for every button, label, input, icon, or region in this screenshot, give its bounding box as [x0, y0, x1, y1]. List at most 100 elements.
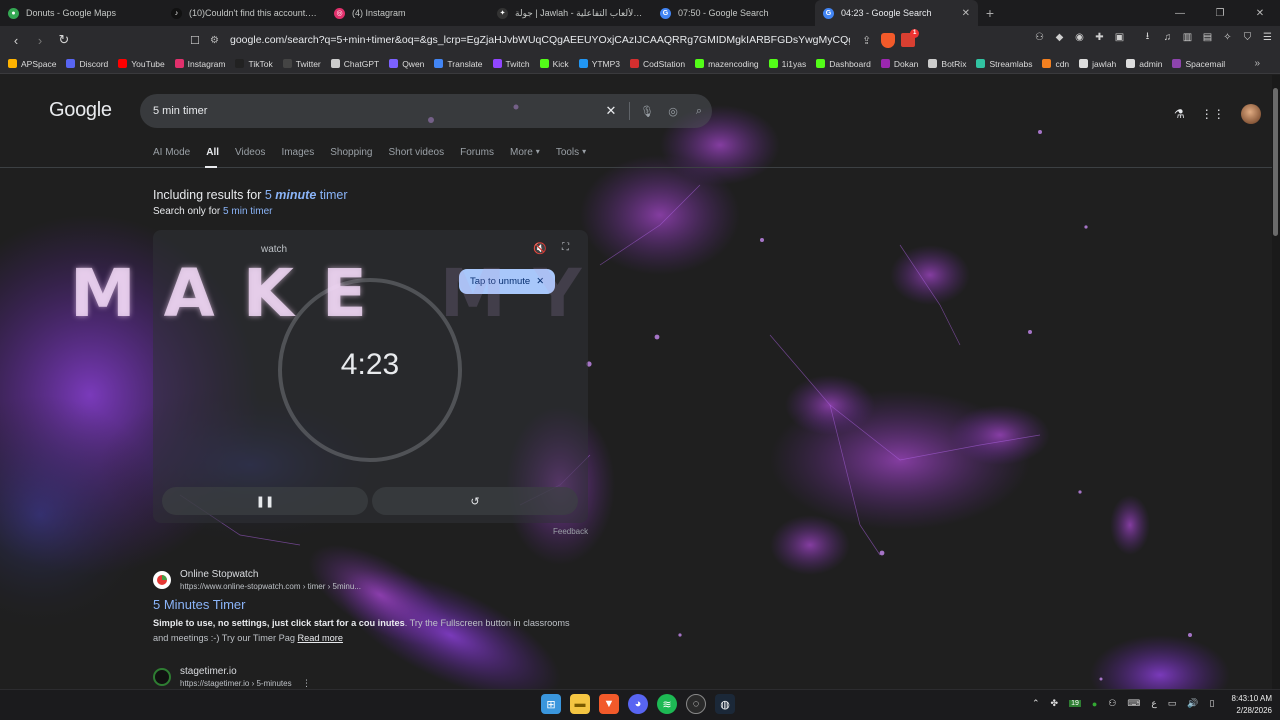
google-logo[interactable]: Google — [49, 99, 112, 122]
reset-button[interactable]: ↺ — [372, 487, 578, 515]
bookmark-item[interactable]: Translate — [434, 59, 483, 69]
bookmark-item[interactable]: mazencoding — [695, 59, 759, 69]
filter-tab[interactable]: Images — [281, 147, 314, 158]
forward-icon[interactable]: › — [30, 30, 50, 50]
tray-app-icon[interactable]: ⚇ — [1108, 698, 1116, 709]
filter-tab[interactable]: Tools — [556, 147, 579, 158]
filter-tab[interactable]: Short videos — [389, 147, 445, 158]
site-info-icon[interactable]: ⚙ — [210, 35, 230, 46]
music-icon[interactable]: ♫ — [1161, 31, 1174, 44]
brave-icon[interactable]: ▼ — [599, 694, 619, 714]
result-site-name[interactable]: stagetimer.io — [180, 666, 237, 677]
file-explorer-icon[interactable]: ▬ — [570, 694, 590, 714]
language-indicator[interactable]: ع — [1151, 698, 1156, 709]
address-url[interactable]: google.com/search?q=5+min+timer&oq=&gs_l… — [230, 34, 850, 46]
filter-tab[interactable]: More — [510, 147, 533, 158]
extension-icon[interactable]: ◉ — [1073, 31, 1086, 44]
leo-icon[interactable]: ✧ — [1221, 31, 1234, 44]
extension-icon[interactable]: ▣ — [1113, 31, 1126, 44]
sidebar-icon[interactable]: ▥ — [1181, 31, 1194, 44]
bookmark-icon[interactable]: ☐ — [190, 34, 210, 47]
apps-grid-icon[interactable]: ⋮⋮ — [1201, 107, 1225, 121]
vpn-icon[interactable]: ⛉ — [1241, 31, 1254, 44]
tab-close-icon[interactable]: ✕ — [962, 8, 970, 19]
bookmark-item[interactable]: Dashboard — [816, 59, 871, 69]
microphone-icon[interactable]: 🎙 — [634, 105, 660, 118]
camera-icon[interactable]: ◎ — [660, 105, 686, 118]
browser-tab[interactable]: ● Donuts - Google Maps — [0, 0, 163, 26]
result-url[interactable]: https://stagetimer.io › 5-minutes — [180, 679, 292, 688]
taskbar-clock[interactable]: 8:43:10 AM 2/28/2026 — [1222, 693, 1272, 717]
steam-icon[interactable]: ◍ — [715, 694, 735, 714]
network-icon[interactable]: ▭ — [1168, 698, 1177, 709]
filter-tab[interactable]: AI Mode — [153, 147, 190, 158]
bookmark-item[interactable]: YouTube — [118, 59, 165, 69]
bookmark-item[interactable]: Spacemail — [1172, 59, 1225, 69]
browser-tab[interactable]: G 04:23 - Google Search ✕ — [815, 0, 978, 26]
chevron-up-icon[interactable]: ⌃ — [1032, 698, 1040, 709]
search-only-link[interactable]: 5 min timer — [223, 206, 272, 217]
clear-icon[interactable]: ✕ — [597, 103, 625, 119]
tray-app-icon[interactable]: ✤ — [1051, 698, 1059, 709]
scrollbar-thumb[interactable] — [1273, 88, 1278, 236]
share-icon[interactable]: ⇪ — [862, 34, 871, 47]
wallet-icon[interactable]: ▤ — [1201, 31, 1214, 44]
bookmark-item[interactable]: APSpace — [8, 59, 56, 69]
mute-icon[interactable]: 🔇 — [533, 242, 547, 255]
bookmark-item[interactable]: Dokan — [880, 59, 918, 69]
filter-tab[interactable]: Videos — [235, 147, 265, 158]
filter-tab[interactable]: Forums — [460, 147, 494, 158]
battery-icon[interactable]: ▯ — [1210, 698, 1215, 709]
result-favicon[interactable] — [153, 668, 171, 686]
extension-icon[interactable]: ⚇ — [1033, 31, 1046, 44]
window-close-icon[interactable]: ✕ — [1240, 0, 1280, 26]
windows-start-icon[interactable]: ⊞ — [541, 694, 561, 714]
bookmark-item[interactable]: TikTok — [235, 59, 273, 69]
tray-app-icon[interactable]: ● — [1092, 699, 1097, 709]
bookmark-item[interactable]: Twitter — [282, 59, 321, 69]
bookmark-item[interactable]: Streamlabs — [976, 59, 1032, 69]
maximize-icon[interactable]: ❐ — [1200, 0, 1240, 26]
bookmarks-overflow-icon[interactable]: » — [1254, 58, 1260, 69]
address-bar[interactable]: ☐ ⚙ google.com/search?q=5+min+timer&oq=&… — [190, 29, 940, 51]
tray-badge[interactable]: 19 — [1069, 700, 1081, 707]
bookmark-item[interactable]: admin — [1126, 59, 1162, 69]
reload-icon[interactable]: ↻ — [54, 30, 74, 50]
bookmark-item[interactable]: CodStation — [630, 59, 685, 69]
keyboard-icon[interactable]: ⌨ — [1127, 698, 1140, 709]
filter-tab[interactable]: Shopping — [330, 147, 372, 158]
search-box[interactable]: 5 min timer ✕ 🎙 ◎ ⌕ — [140, 94, 712, 128]
labs-icon[interactable]: ⚗ — [1174, 107, 1185, 121]
filter-tab[interactable]: All — [206, 147, 219, 158]
bookmark-item[interactable]: Kick — [539, 59, 569, 69]
minimize-icon[interactable]: — — [1160, 0, 1200, 26]
pause-button[interactable]: ❚❚ — [162, 487, 368, 515]
result-favicon[interactable] — [153, 571, 171, 589]
bookmark-item[interactable]: YTMP3 — [578, 59, 620, 69]
fullscreen-icon[interactable]: ⛶ — [562, 242, 569, 253]
including-link[interactable]: 5 minute timer — [265, 188, 348, 202]
avatar[interactable] — [1240, 104, 1261, 124]
bookmark-item[interactable]: Qwen — [389, 59, 424, 69]
bookmark-item[interactable]: Twitch — [492, 59, 530, 69]
browser-tab[interactable]: G 07:50 - Google Search — [652, 0, 815, 26]
search-input[interactable]: 5 min timer — [153, 105, 597, 117]
feedback-link[interactable]: Feedback — [553, 527, 588, 536]
bookmark-item[interactable]: ChatGPT — [330, 59, 379, 69]
read-more-link[interactable]: Read more — [298, 633, 343, 643]
result-title[interactable]: 5 Minutes Timer — [153, 597, 245, 612]
puzzle-icon[interactable]: ✚ — [1093, 31, 1106, 44]
extension-icon[interactable]: ◆ — [1053, 31, 1066, 44]
spotify-icon[interactable]: ≋ — [657, 694, 677, 714]
stopwatch-tab[interactable]: watch — [261, 244, 287, 255]
menu-icon[interactable]: ☰ — [1261, 31, 1274, 44]
new-tab-button[interactable]: + — [978, 0, 1002, 26]
brave-shields-icon[interactable] — [881, 32, 896, 48]
bookmark-item[interactable]: BotRix — [928, 59, 966, 69]
browser-tab[interactable]: ♪ (10)Couldn't find this account. Visit T — [163, 0, 326, 26]
result-site-name[interactable]: Online Stopwatch — [180, 569, 258, 580]
bookmark-item[interactable]: 1i1yas — [768, 59, 806, 69]
brave-rewards-icon[interactable]: 1 — [901, 29, 920, 47]
bookmark-item[interactable]: Instagram — [174, 59, 225, 69]
back-icon[interactable]: ‹ — [6, 30, 26, 50]
